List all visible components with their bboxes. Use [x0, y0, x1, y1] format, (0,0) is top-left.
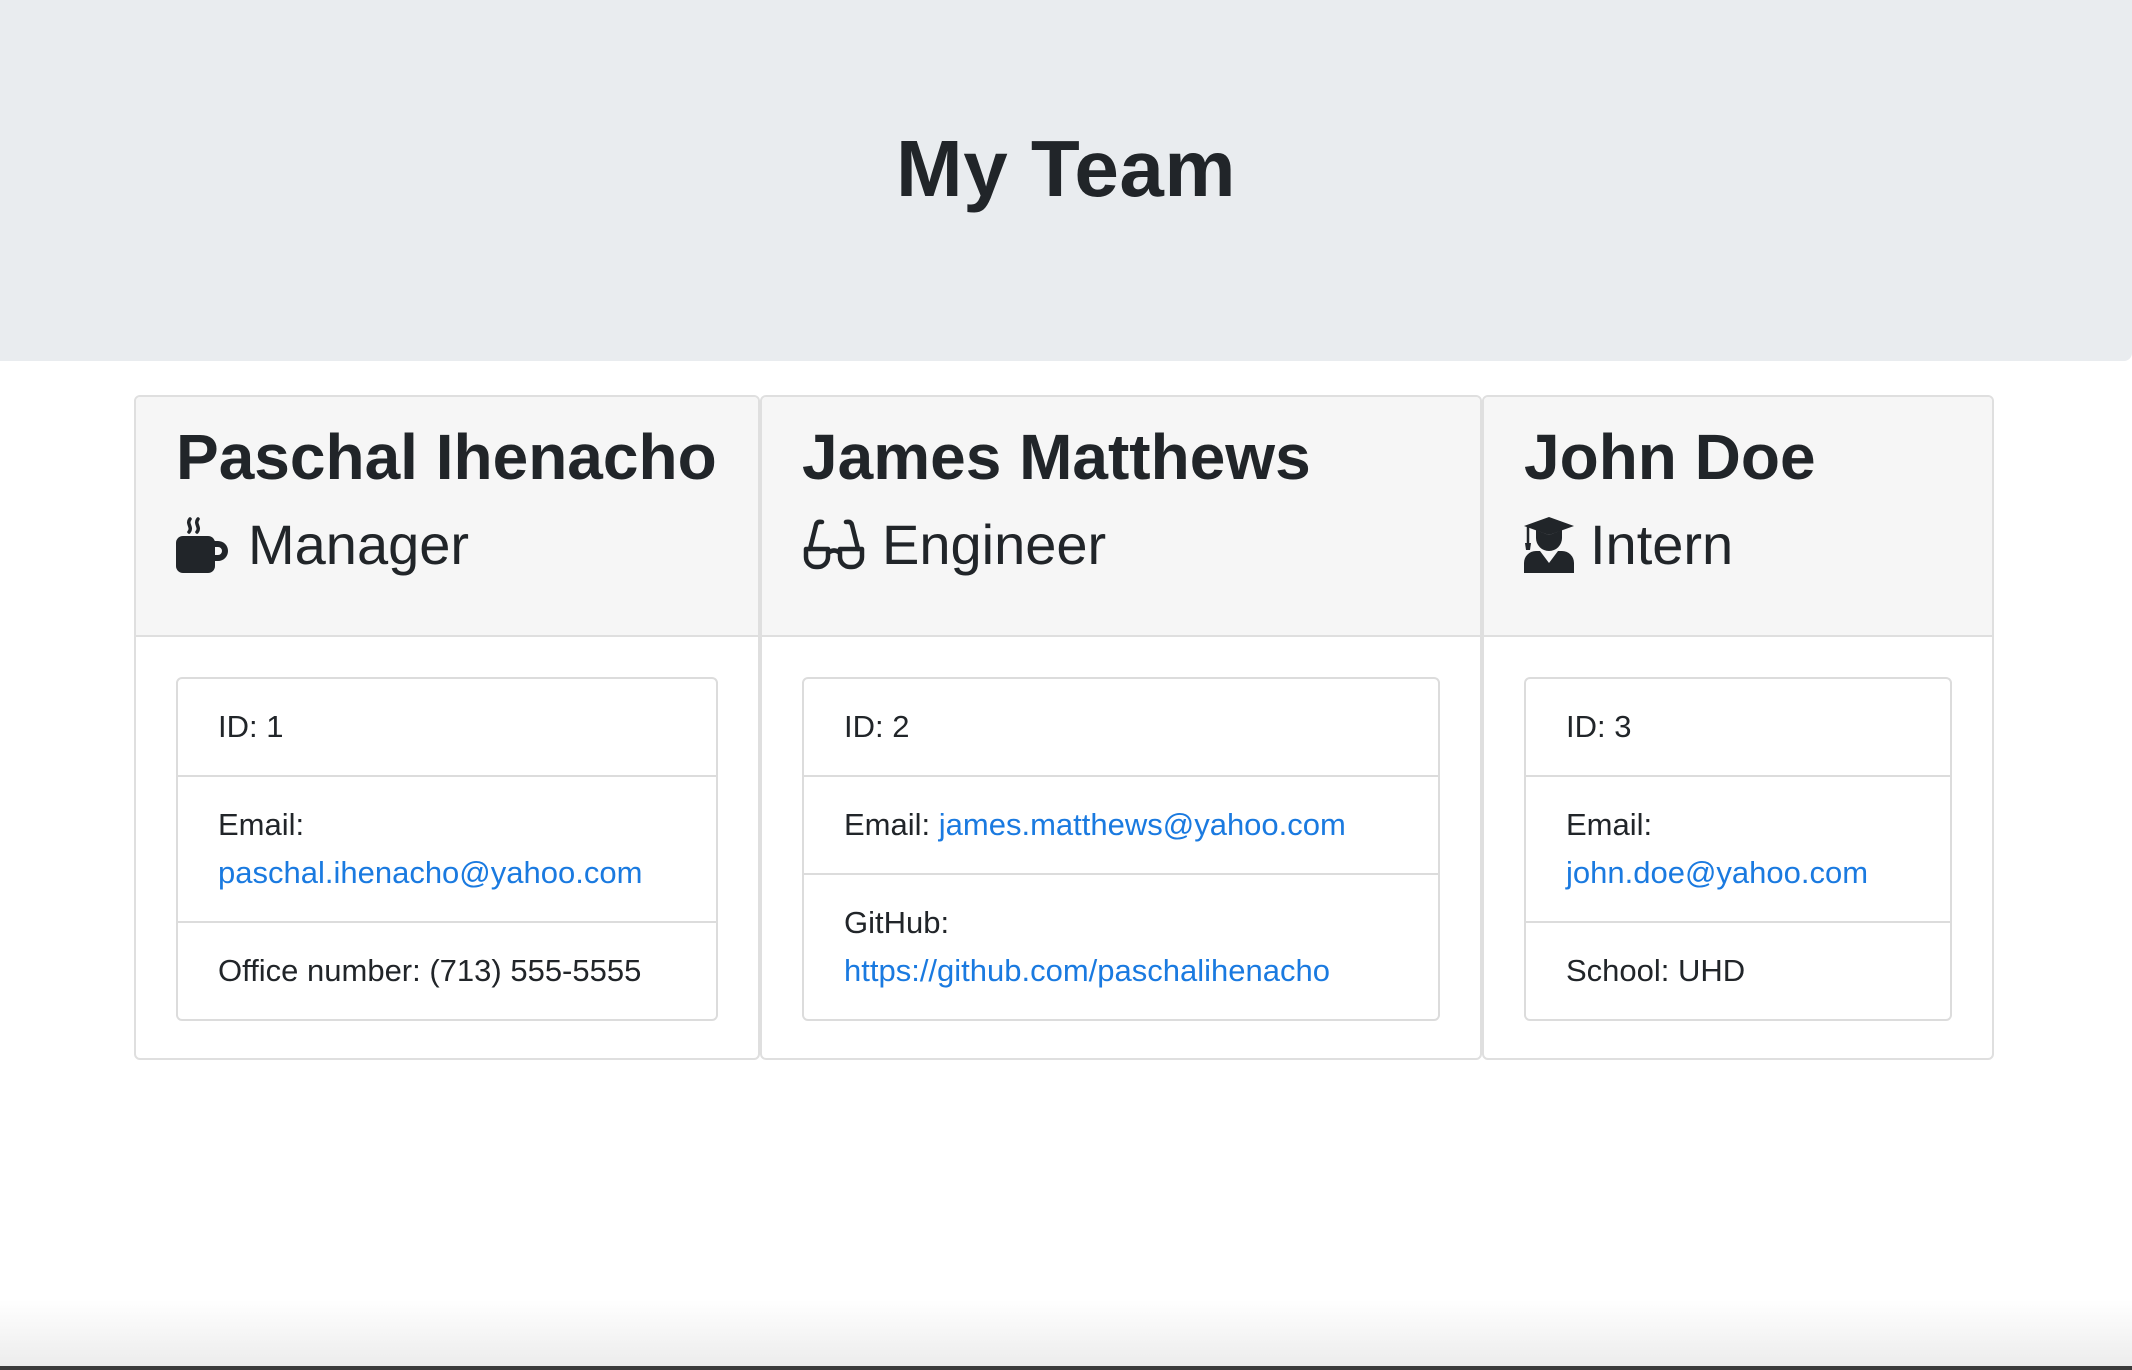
employee-id: ID: 3 — [1566, 709, 1632, 744]
employee-role: Intern — [1524, 515, 1992, 575]
card-header: Paschal Ihenacho Manager — [136, 397, 758, 637]
employee-id: ID: 1 — [218, 709, 284, 744]
window-bottom-edge — [0, 1366, 2132, 1370]
employee-card-engineer: James Matthews Engineer ID: 2 Email: jam… — [760, 395, 1482, 1060]
card-header: James Matthews Engineer — [762, 397, 1480, 637]
employee-role: Manager — [176, 515, 758, 575]
email-link[interactable]: john.doe@yahoo.com — [1566, 855, 1868, 890]
role-label: Intern — [1590, 513, 1734, 576]
school: School: UHD — [1526, 921, 1950, 1019]
email-label: Email: — [1566, 807, 1653, 842]
github-link[interactable]: https://github.com/paschalihenacho — [844, 953, 1330, 988]
page-header: My Team — [0, 0, 2132, 361]
employee-email-row: Email: john.doe@yahoo.com — [1526, 775, 1950, 921]
employee-card-intern: John Doe Intern ID: 3 Email: john.doe@ya… — [1482, 395, 1994, 1060]
employee-card-manager: Paschal Ihenacho Manager ID: 1 Email: pa… — [134, 395, 760, 1060]
card-body: ID: 1 Email: paschal.ihenacho@yahoo.com … — [136, 637, 758, 1058]
email-label: Email: — [218, 807, 305, 842]
email-link[interactable]: james.matthews@yahoo.com — [939, 807, 1346, 842]
graduate-icon — [1524, 517, 1574, 573]
email-label: Email: — [844, 807, 931, 842]
card-body: ID: 2 Email: james.matthews@yahoo.com Gi… — [762, 637, 1480, 1058]
office-number: Office number: (713) 555-5555 — [178, 921, 716, 1019]
employee-details: ID: 2 Email: james.matthews@yahoo.com Gi… — [802, 677, 1440, 1021]
employee-name: Paschal Ihenacho — [176, 421, 717, 493]
github-label: GitHub: — [844, 905, 950, 940]
employee-details: ID: 3 Email: john.doe@yahoo.com School: … — [1524, 677, 1952, 1021]
window-bottom-shade — [0, 1300, 2132, 1370]
card-body: ID: 3 Email: john.doe@yahoo.com School: … — [1484, 637, 1992, 1058]
role-label: Engineer — [882, 513, 1107, 576]
employee-id: ID: 2 — [844, 709, 910, 744]
page-title: My Team — [896, 123, 1236, 213]
github-row: GitHub: https://github.com/paschalihenac… — [804, 873, 1438, 1019]
employee-name: James Matthews — [802, 421, 1311, 493]
email-link[interactable]: paschal.ihenacho@yahoo.com — [218, 855, 642, 890]
role-label: Manager — [248, 513, 470, 576]
employee-details: ID: 1 Email: paschal.ihenacho@yahoo.com … — [176, 677, 718, 1021]
employee-email-row: Email: james.matthews@yahoo.com — [804, 775, 1438, 873]
employee-role: Engineer — [802, 515, 1480, 575]
employee-name: John Doe — [1524, 421, 1816, 493]
glasses-icon — [802, 519, 866, 571]
employee-email-row: Email: paschal.ihenacho@yahoo.com — [178, 775, 716, 921]
card-header: John Doe Intern — [1484, 397, 1992, 637]
coffee-mug-icon — [176, 517, 232, 573]
